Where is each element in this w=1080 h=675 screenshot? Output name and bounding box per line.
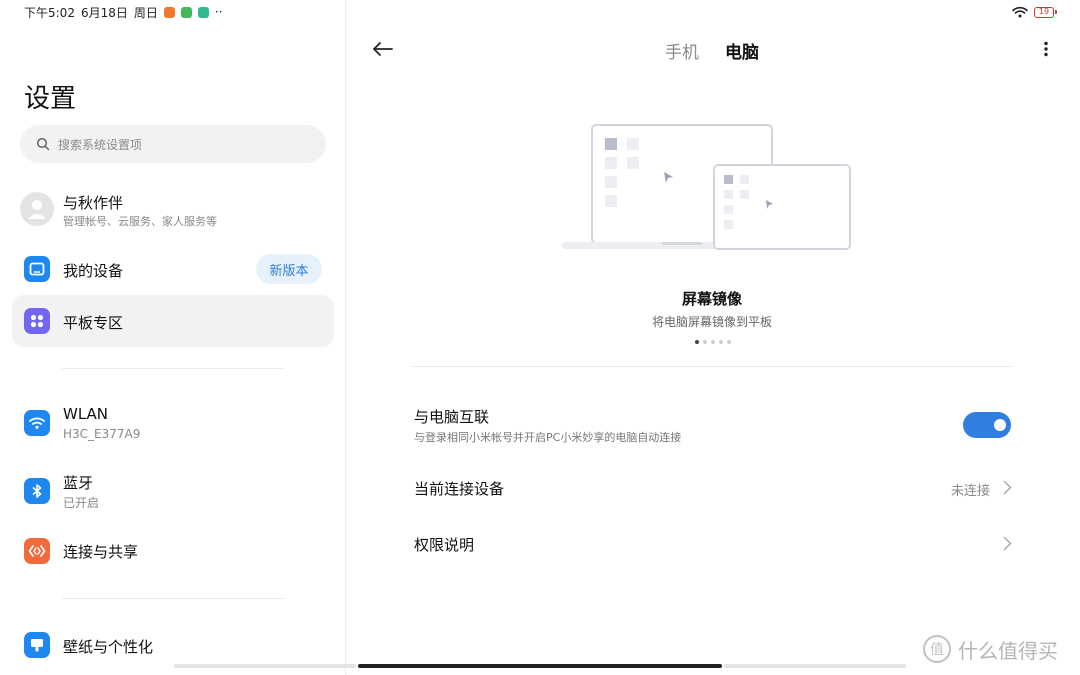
- watermark-text: 什么值得买: [958, 638, 1058, 663]
- more-options-button[interactable]: [1036, 38, 1056, 60]
- more-vertical-icon: [1044, 41, 1048, 57]
- user-icon: [28, 200, 46, 219]
- sidebar-item-wallpaper[interactable]: [12, 622, 334, 668]
- sidebar-item-connection-sharing[interactable]: [12, 527, 334, 573]
- sidebar-item-label: 连接与共享: [63, 543, 139, 561]
- setting-title: 权限说明: [414, 536, 475, 554]
- grid-icon: [24, 308, 50, 334]
- carousel-page-indicator: [695, 340, 731, 344]
- battery-icon: 19: [1034, 6, 1057, 18]
- watermark-logo-icon: 值: [923, 635, 951, 663]
- page-dot: [711, 340, 715, 344]
- watermark: 值 什么值得买: [922, 634, 1058, 664]
- back-arrow-icon: [373, 42, 393, 56]
- status-bar-right: 19: [1012, 4, 1057, 20]
- sidebar-divider: [62, 368, 284, 369]
- feature-description: 将电脑屏幕镜像到平板: [651, 315, 772, 329]
- sidebar-item-label: 平板专区: [63, 314, 124, 332]
- tab-computer[interactable]: 电脑: [725, 38, 759, 63]
- tab-phone[interactable]: 手机: [665, 38, 699, 63]
- setting-row-permissions[interactable]: [412, 520, 1012, 566]
- section-divider: [412, 366, 1012, 367]
- svg-text:值: 值: [930, 642, 944, 658]
- avatar: [20, 192, 54, 226]
- account-name: 与秋作伴: [63, 194, 124, 212]
- feature-title: 屏幕镜像: [681, 290, 742, 308]
- sidebar-item-wlan[interactable]: [12, 398, 334, 450]
- wifi-status-icon: [1012, 6, 1028, 18]
- search-input[interactable]: 搜索系统设置项: [20, 125, 326, 163]
- bluetooth-status: 已开启: [63, 496, 100, 510]
- gesture-navigation-bar[interactable]: [358, 664, 722, 668]
- sidebar-item-label: WLAN: [63, 405, 109, 423]
- sidebar-item-label: 壁纸与个性化: [63, 638, 154, 656]
- screen-mirror-illustration: [562, 124, 851, 250]
- setting-title: 当前连接设备: [414, 480, 505, 498]
- palette-icon: [24, 632, 50, 658]
- setting-title: 与电脑互联: [414, 408, 490, 426]
- wifi-icon: [24, 410, 50, 436]
- page-dot: [695, 340, 699, 344]
- chevron-right-icon: [1003, 536, 1012, 551]
- connection-status-value: 未连接: [951, 484, 991, 499]
- bluetooth-icon: [24, 478, 50, 504]
- toggle-knob: [994, 419, 1006, 431]
- sidebar-item-tablet-zone[interactable]: [12, 295, 334, 347]
- sidebar-item-label: 蓝牙: [63, 474, 94, 492]
- page-dot: [703, 340, 707, 344]
- tablet-icon: [24, 256, 50, 282]
- setting-description: 与登录相同小米帐号并开启PC小米妙享的电脑自动连接: [414, 431, 682, 444]
- sidebar-item-bluetooth[interactable]: [12, 465, 334, 517]
- gesture-bar-right: [724, 664, 906, 668]
- share-icon: [24, 538, 50, 564]
- search-placeholder: 搜索系统设置项: [58, 137, 143, 152]
- wlan-network-name: H3C_E377A9: [63, 427, 141, 441]
- page-dot: [727, 340, 731, 344]
- chevron-right-icon: [1003, 480, 1012, 495]
- new-version-badge[interactable]: 新版本: [256, 254, 322, 284]
- back-button[interactable]: [368, 34, 398, 64]
- page-dot: [719, 340, 723, 344]
- gesture-bar-left: [174, 664, 356, 668]
- account-subtitle: 管理帐号、云服务、家人服务等: [63, 215, 217, 228]
- pc-connect-toggle[interactable]: [963, 412, 1011, 438]
- sidebar-divider: [62, 598, 284, 599]
- settings-title: 设置: [24, 84, 77, 114]
- sidebar-item-label: 我的设备: [63, 262, 124, 280]
- search-icon: [36, 137, 50, 151]
